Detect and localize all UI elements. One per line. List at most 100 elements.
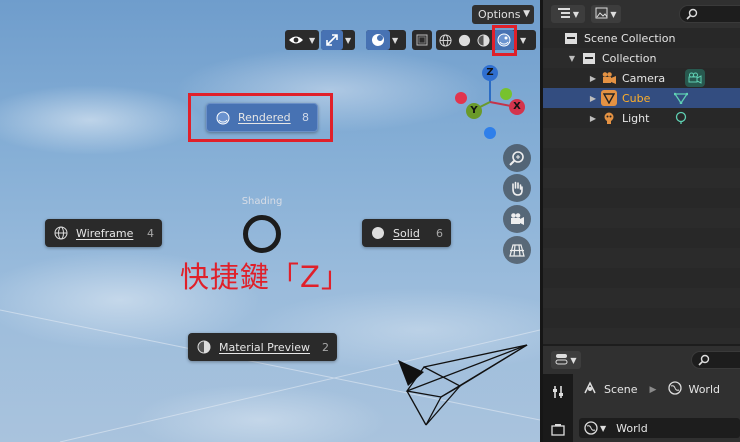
display-mode-dropdown[interactable]: ▼ [591, 5, 621, 23]
gizmo-icon [321, 30, 343, 50]
world-icon [584, 421, 598, 435]
expand-toggle-icon[interactable]: ▼ [567, 54, 577, 63]
outliner-tree: Scene Collection ▼ Collection ▶ Camera ▶ [543, 28, 740, 344]
properties-header: ▼ [543, 346, 740, 374]
chevron-down-icon: ▼ [392, 35, 399, 45]
gizmo-x-axis[interactable]: X [509, 99, 525, 115]
outliner-row-scene-collection[interactable]: Scene Collection [543, 28, 740, 48]
options-label: Options [478, 8, 521, 21]
pie-item-hotkey: 4 [147, 226, 154, 240]
outliner-empty-row [543, 188, 740, 208]
outliner-row-label: Light [622, 111, 650, 125]
shortcut-annotation: 快捷鍵「Z」 [180, 260, 351, 294]
pie-item-solid[interactable]: Solid 6 [362, 219, 451, 247]
xray-toggle[interactable] [412, 30, 432, 50]
camera-view-button[interactable] [503, 205, 531, 233]
outliner-empty-row [543, 268, 740, 288]
chevron-down-icon: ▼ [520, 35, 527, 45]
tool-icon [553, 386, 563, 398]
outliner-empty-row [543, 248, 740, 268]
chevron-down-icon: ▼ [610, 9, 617, 19]
expand-toggle-icon[interactable]: ▶ [588, 74, 598, 83]
chevron-right-icon: ▶ [649, 384, 657, 395]
expand-toggle-icon[interactable]: ▶ [588, 94, 598, 103]
pie-item-hotkey: 6 [436, 226, 443, 240]
overlays-dropdown[interactable]: ▼ [366, 30, 406, 50]
pie-item-material-preview[interactable]: Material Preview 2 [188, 333, 337, 361]
3d-viewport[interactable]: Options ▼ ▼ ▼ ▼ ▼ Z X Y Rendered 8 Wiref… [0, 0, 540, 442]
perspective-toggle-button[interactable] [503, 236, 531, 264]
navigation-gizmo[interactable]: Z X Y [448, 60, 538, 140]
outliner-header: ▼ ▼ [543, 0, 740, 28]
outliner-row-light[interactable]: ▶ Light [543, 108, 740, 128]
options-dropdown[interactable]: Options ▼ [472, 5, 534, 24]
outliner-icon [557, 7, 571, 22]
outliner-row-camera[interactable]: ▶ Camera [543, 68, 740, 88]
properties-tabs [543, 374, 573, 442]
breadcrumb: Scene ▶ World [583, 381, 720, 398]
wireframe-icon [54, 226, 68, 240]
chevron-down-icon: ▼ [572, 9, 580, 19]
light-data-icon[interactable] [671, 109, 691, 127]
zoom-icon [509, 151, 524, 166]
scene-collection-icon [563, 30, 579, 46]
chevron-down-icon: ▼ [570, 355, 577, 365]
wireframe-shading-icon[interactable] [436, 30, 455, 50]
world-field-value: World [616, 421, 648, 435]
gizmo-z-axis[interactable]: Z [482, 65, 498, 81]
outliner-row-label: Scene Collection [584, 31, 676, 45]
display-mode-icon [595, 7, 608, 22]
chevron-down-icon: ▼ [523, 9, 530, 19]
pie-item-label: Solid [393, 226, 420, 240]
material-preview-shading-icon[interactable] [474, 30, 493, 50]
breadcrumb-scene: Scene [604, 383, 638, 396]
world-icon [668, 381, 683, 398]
camera-data-icon[interactable] [685, 69, 705, 87]
grid-icon [509, 244, 525, 257]
outliner-row-label: Camera [622, 71, 666, 85]
light-object-icon [601, 110, 617, 126]
chevron-down-icon: ▼ [309, 35, 316, 45]
cube-object-icon [601, 90, 617, 106]
search-icon [698, 354, 710, 366]
shading-mode-group: ▼ [436, 30, 536, 50]
render-tab[interactable] [546, 418, 570, 442]
outliner-empty-row [543, 128, 740, 148]
outliner-search-input[interactable] [679, 5, 740, 23]
solid-shading-icon[interactable] [455, 30, 474, 50]
camera-object-icon [601, 70, 617, 86]
outliner-empty-row [543, 328, 740, 344]
editor-type-dropdown[interactable]: ▼ [551, 351, 581, 369]
rendered-option-highlight-box [188, 93, 333, 142]
properties-icon [555, 353, 568, 368]
outliner-row-cube[interactable]: ▶ Cube [543, 88, 740, 108]
outliner-empty-row [543, 168, 740, 188]
xray-icon [412, 30, 432, 50]
outliner-empty-row [543, 148, 740, 168]
gizmo-dropdown[interactable]: ▼ [321, 30, 355, 50]
world-datablock-selector[interactable]: ▼ World [579, 418, 740, 438]
pie-item-hotkey: 2 [322, 340, 329, 354]
search-icon [686, 8, 698, 20]
mesh-data-icon[interactable] [671, 89, 691, 107]
rendered-mode-highlight-box [492, 25, 517, 56]
outliner-row-label: Collection [602, 51, 657, 65]
outliner-panel: ▼ ▼ Scene Collection ▼ Collection ▶ Came… [543, 0, 740, 344]
zoom-button[interactable] [503, 144, 531, 172]
expand-toggle-icon[interactable]: ▶ [588, 114, 598, 123]
pie-item-wireframe[interactable]: Wireframe 4 [45, 219, 162, 247]
gizmo-y-axis[interactable]: Y [466, 103, 482, 119]
chevron-down-icon: ▼ [600, 423, 607, 433]
pan-button[interactable] [503, 174, 531, 202]
outliner-empty-row [543, 308, 740, 328]
editor-type-dropdown[interactable]: ▼ [551, 5, 585, 23]
pie-menu-center [243, 215, 281, 253]
visibility-dropdown[interactable]: ▼ [285, 30, 319, 50]
camera-icon [511, 213, 524, 225]
tool-tab[interactable] [546, 380, 570, 404]
outliner-row-collection[interactable]: ▼ Collection [543, 48, 740, 68]
collection-icon [581, 50, 597, 66]
hand-icon [512, 181, 523, 196]
properties-search-input[interactable] [691, 351, 740, 369]
pie-menu-title: Shading [241, 196, 283, 207]
